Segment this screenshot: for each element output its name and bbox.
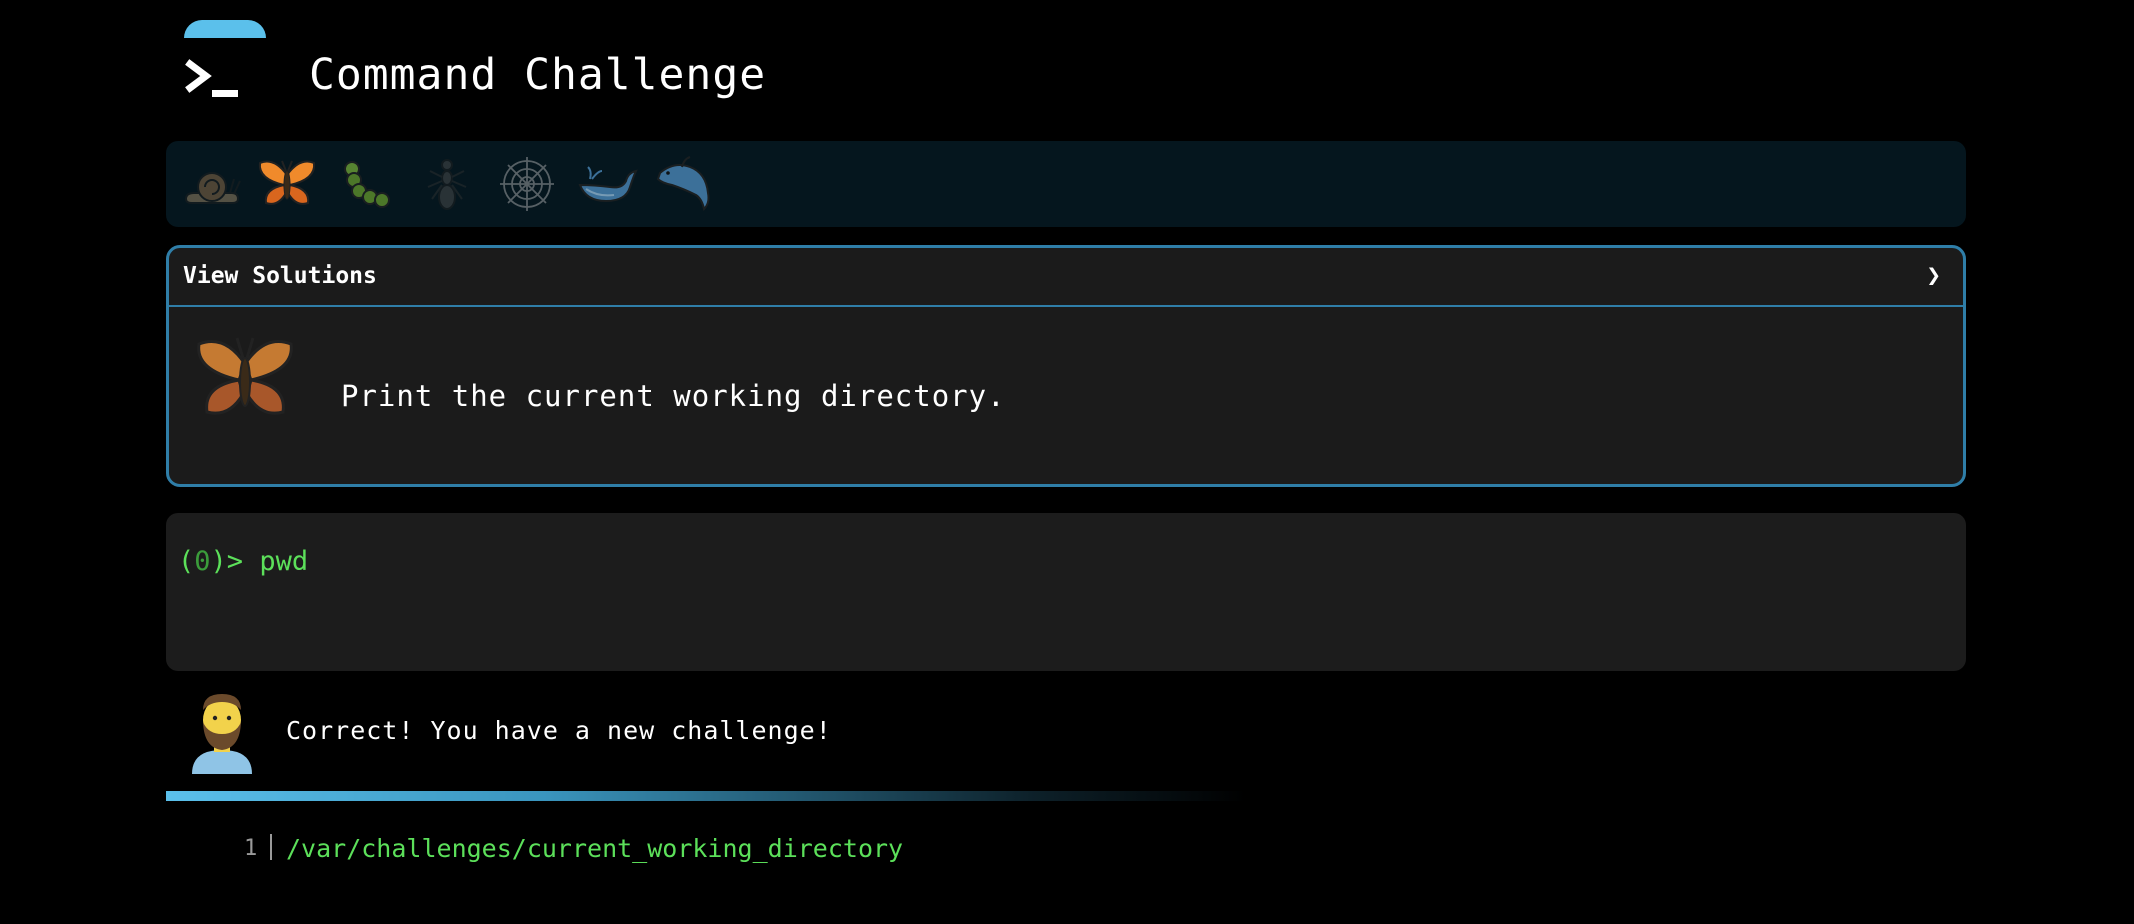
output-text: /var/challenges/current_working_director…: [286, 834, 904, 863]
bearded-man-icon: [192, 694, 252, 774]
snail-icon[interactable]: [180, 153, 242, 215]
prompt-open: (: [178, 546, 195, 577]
dolphin-icon[interactable]: [654, 153, 716, 215]
view-solutions-toggle[interactable]: View Solutions ❯: [169, 248, 1963, 307]
line-number: 1: [244, 836, 258, 861]
prompt-close: )>: [210, 546, 260, 577]
divider: [166, 791, 1246, 801]
terminal-prompt: (0)> pwd: [178, 546, 308, 577]
caterpillar-icon[interactable]: [336, 153, 398, 215]
whale-icon[interactable]: [576, 153, 638, 215]
app: Command Challenge View Solutions ❯ Print…: [166, 0, 1966, 863]
chevron-right-icon: ❯: [1926, 261, 1941, 289]
logo-accent: [184, 20, 266, 38]
challenge-description: Print the current working directory.: [341, 379, 1006, 413]
terminal-prompt-icon[interactable]: [184, 58, 244, 102]
output-line: 1 /var/challenges/current_working_direct…: [166, 828, 1366, 868]
level-selector: [166, 141, 1966, 227]
ant-icon[interactable]: [416, 153, 478, 215]
page-title: Command Challenge: [309, 50, 767, 100]
feedback-message: Correct! You have a new challenge!: [286, 716, 832, 745]
header: Command Challenge: [166, 0, 1966, 140]
challenge-panel: View Solutions ❯ Print the current worki…: [166, 245, 1966, 487]
line-separator: [270, 834, 272, 860]
butterfly-icon: [197, 337, 293, 415]
butterfly-icon[interactable]: [256, 153, 318, 215]
terminal-command: pwd: [259, 546, 309, 577]
spider-web-icon[interactable]: [496, 153, 558, 215]
terminal-input[interactable]: (0)> pwd: [166, 513, 1966, 671]
view-solutions-label: View Solutions: [183, 263, 377, 289]
prompt-count: 0: [194, 546, 211, 577]
